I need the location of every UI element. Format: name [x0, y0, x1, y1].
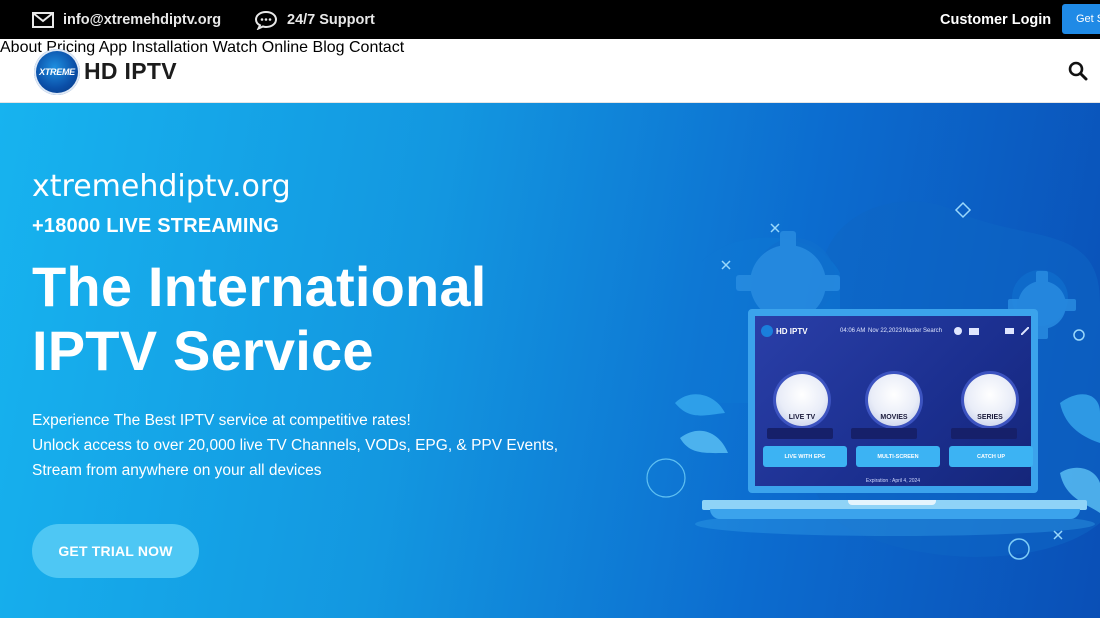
laptop-base-bottom [710, 509, 1080, 519]
get-trial-button[interactable]: GET TRIAL NOW [32, 524, 199, 578]
hero-description: Experience The Best IPTV service at comp… [32, 408, 558, 483]
streaming-tagline: +18000 LIVE STREAMING [32, 215, 280, 237]
nav-item-contact[interactable]: Contact [349, 39, 404, 56]
screen-time: 04:06 AM [840, 328, 866, 334]
email-link[interactable]: info@xtremehdiptv.org [32, 0, 221, 39]
screen-expiration: Expiration : April 4, 2024 [865, 478, 921, 484]
headline-line-2: IPTV Service [32, 319, 374, 382]
tile-series: SERIES [964, 374, 1016, 426]
pill-catch-up: CATCH UP [949, 446, 1033, 467]
email-text: info@xtremehdiptv.org [63, 11, 222, 28]
logo-badge: XTREME [34, 48, 80, 95]
card-icon [969, 328, 979, 335]
desc-line-2: Unlock access to over 20,000 live TV Cha… [32, 437, 559, 454]
pill-live-with-epg: LIVE WITH EPG [763, 446, 847, 467]
screen-search: Master Search [903, 328, 943, 334]
headline-line-1: The International [32, 255, 487, 318]
main-navigation: XTREME HD IPTV About Pricing App Install… [0, 39, 1100, 103]
tile-bar [767, 428, 833, 439]
tile-movies: MOVIES [868, 374, 920, 426]
support-text: 24/7 Support [287, 11, 375, 28]
screen-logo: HD IPTV [761, 325, 808, 337]
screen-logo-badge [761, 325, 773, 337]
nav-item-blog[interactable]: Blog [313, 39, 345, 56]
nav-item-watch-online[interactable]: Watch Online [213, 39, 308, 56]
settings-icon [1021, 327, 1029, 335]
top-bar: info@xtremehdiptv.org 24/7 Support Custo… [0, 0, 1100, 39]
search-icon[interactable] [1068, 61, 1088, 81]
chat-icon [254, 10, 278, 30]
screen-date: Nov 22,2023 [868, 328, 903, 334]
laptop-screen: HD IPTV 04:06 AM Nov 22,2023 Master Sear… [748, 309, 1038, 493]
hero-section: xtremehdiptv.org +18000 LIVE STREAMING T… [0, 103, 1100, 618]
get-started-button[interactable]: Get S [1062, 4, 1100, 34]
site-domain: xtremehdiptv.org [32, 169, 291, 204]
laptop-illustration: HD IPTV 04:06 AM Nov 22,2023 Master Sear… [640, 163, 1100, 618]
screen-logo-text: HD IPTV [776, 326, 808, 336]
site-logo[interactable]: XTREME HD IPTV [34, 48, 177, 95]
support-link[interactable]: 24/7 Support [254, 0, 375, 39]
tile-live-tv: LIVE TV [776, 374, 828, 426]
tile-bar [951, 428, 1017, 439]
logo-text: HD IPTV [84, 58, 177, 84]
hero-headline: The International IPTV Service [32, 255, 487, 383]
laptop-notch [848, 500, 936, 505]
screen-header: HD IPTV 04:06 AM Nov 22,2023 Master Sear… [755, 316, 1031, 346]
monitor-icon [1005, 328, 1014, 334]
tile-bar [851, 428, 917, 439]
desc-line-1: Experience The Best IPTV service at comp… [32, 412, 411, 429]
desc-line-3: Stream from anywhere on your all devices [32, 462, 322, 479]
envelope-icon [32, 11, 54, 28]
info-icon [954, 327, 962, 335]
pill-multi-screen: MULTI-SCREEN [856, 446, 940, 467]
customer-login-link[interactable]: Customer Login [940, 0, 1051, 39]
